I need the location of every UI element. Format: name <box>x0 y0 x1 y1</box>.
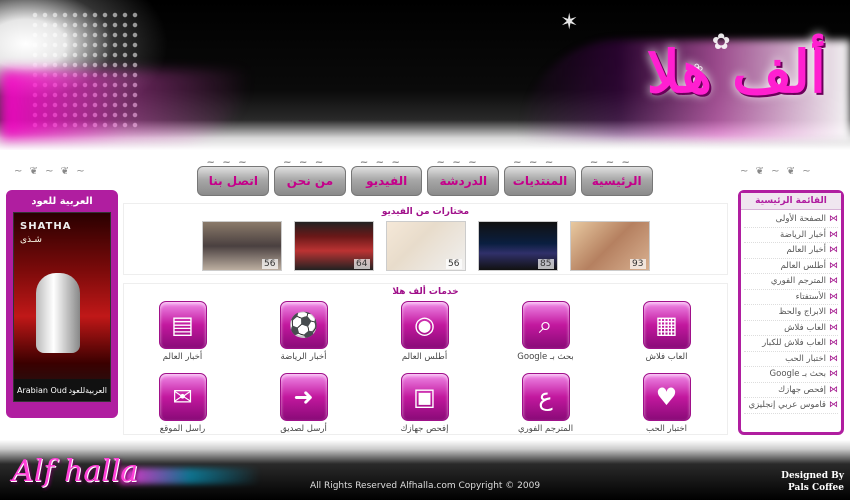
nav-about[interactable]: من نحن <box>274 157 346 196</box>
menu-item[interactable]: ⋈ أطلس العالم <box>744 259 838 274</box>
envelope-icon: ✉ <box>158 373 207 421</box>
newspaper-icon: ▤ <box>158 301 207 349</box>
main-navigation: الرئيسية المنتديات الدردشة الفيديو من نح… <box>195 157 655 198</box>
main-menu-list: ⋈ الصفحة الأولى ⋈ أخبار الرياضة ⋈ أخبار الع… <box>741 210 841 416</box>
send-friend-icon: ➜ <box>279 373 328 421</box>
video-view-count: 64 <box>354 259 370 269</box>
service-world-news[interactable]: ▤ أخبار العالم <box>122 301 243 373</box>
bow-bullet-icon: ⋈ <box>829 400 838 411</box>
service-sports-news[interactable]: ⚽ أخبار الرياضة <box>243 301 364 373</box>
service-love-test[interactable]: ♥ اختبار الحب <box>606 373 727 445</box>
left-panel-ornament: ~ ❦ ~ ❦ ~ <box>14 166 87 177</box>
service-send-friend[interactable]: ➜ أرسل لصديق <box>243 373 364 445</box>
bow-bullet-icon: ⋈ <box>829 369 838 380</box>
menu-item[interactable]: ⋈ العاب فلاش <box>744 321 838 336</box>
bow-bullet-icon: ⋈ <box>829 260 838 271</box>
bow-bullet-icon: ⋈ <box>829 276 838 287</box>
bow-bullet-icon: ⋈ <box>829 384 838 395</box>
soccer-ball-icon: ⚽ <box>279 301 328 349</box>
menu-item[interactable]: ⋈ الابراج والحظ <box>744 305 838 321</box>
site-logo[interactable]: ألف هلا <box>647 38 826 106</box>
bow-bullet-icon: ⋈ <box>829 214 838 225</box>
service-check-computer[interactable]: ▣ إفحص جهازك <box>364 373 485 445</box>
right-panel-ornament: ~ ❦ ~ ❦ ~ <box>740 166 813 177</box>
video-thumbnail[interactable]: 85 <box>477 221 558 271</box>
nav-video[interactable]: الفيديو <box>350 157 423 196</box>
bow-bullet-icon: ⋈ <box>829 245 838 256</box>
bow-bullet-icon: ⋈ <box>829 307 838 318</box>
main-menu-panel: القائمة الرئيسية ⋈ الصفحة الأولى ⋈ أخبار ا… <box>738 190 844 435</box>
translate-icon: ع <box>521 373 570 421</box>
magnifier-icon: ⌕ <box>521 301 570 349</box>
ad-banner[interactable]: SHATHA شـذى Arabian Oud العربيةللعود <box>13 212 111 402</box>
menu-item[interactable]: ⋈ الصفحة الأولى <box>744 212 838 228</box>
bow-bullet-icon: ⋈ <box>829 338 838 349</box>
services-title: خدمات ألف هلا <box>392 287 459 297</box>
menu-item[interactable]: ⋈ بحث بـ Google <box>744 367 838 383</box>
left-ad-panel: العربية للعود SHATHA شـذى Arabian Oud ال… <box>6 190 118 418</box>
bow-bullet-icon: ⋈ <box>829 229 838 240</box>
copyright-text: All Rights Reserved Alfhalla.com Copyrig… <box>309 481 541 491</box>
designed-by-label: Designed By <box>781 471 844 481</box>
bow-bullet-icon: ⋈ <box>829 353 838 364</box>
designer-credit[interactable]: Designed By Pals Coffee <box>781 470 844 494</box>
video-thumbnail-list: 93 85 56 64 56 <box>124 221 727 271</box>
video-thumbnail[interactable]: 93 <box>569 221 650 271</box>
left-panel-title: العربية للعود <box>31 196 93 207</box>
ad-brand: SHATHA <box>20 221 72 232</box>
site-footer: Alf halla All Rights Reserved Alfhalla.c… <box>0 440 850 500</box>
menu-item[interactable]: ⋈ اختبار الحب <box>744 352 838 367</box>
menu-item[interactable]: ⋈ إفحص جهازك <box>744 383 838 398</box>
nav-home[interactable]: الرئيسية <box>580 157 653 196</box>
menu-item[interactable]: ⋈ أخبار العالم <box>744 243 838 259</box>
menu-item[interactable]: ⋈ أخبار الرياضة <box>744 228 838 243</box>
nav-contact[interactable]: اتصل بنا <box>197 157 270 196</box>
video-view-count: 56 <box>262 259 278 269</box>
service-google-search[interactable]: ⌕ بحث بـ Google <box>485 301 606 373</box>
service-world-atlas[interactable]: ◉ أطلس العالم <box>364 301 485 373</box>
menu-item[interactable]: ⋈ المترجم الفوري <box>744 274 838 290</box>
designer-name: Pals Coffee <box>788 483 844 493</box>
featured-videos-section: مختارات من الفيديو 93 85 56 64 56 <box>123 203 728 275</box>
service-translator[interactable]: ع المترجم الفوري <box>485 373 606 445</box>
nav-forums[interactable]: المنتديات <box>504 157 576 196</box>
perfume-bottle-image <box>36 273 80 353</box>
bow-bullet-icon: ⋈ <box>829 322 838 333</box>
bow-bullet-icon: ⋈ <box>829 291 838 302</box>
services-grid: ▦ العاب فلاش ⌕ بحث بـ Google ◉ أطلس العالم … <box>124 301 727 445</box>
menu-item[interactable]: ⋈ قاموس عربي إنجليزي <box>744 398 838 414</box>
heart-icon: ♥ <box>642 373 691 421</box>
video-thumbnail[interactable]: 64 <box>293 221 374 271</box>
services-section: خدمات ألف هلا ▦ العاب فلاش ⌕ بحث بـ Google… <box>123 283 728 435</box>
video-view-count: 85 <box>538 259 554 269</box>
video-view-count: 56 <box>446 259 462 269</box>
menu-item[interactable]: ⋈ الأستفتاء <box>744 290 838 305</box>
ad-brand-arabic: شـذى <box>20 235 42 245</box>
site-header: ✶ ✿ ❀ ألف هلا <box>0 0 850 150</box>
videos-title: مختارات من الفيديو <box>381 207 470 217</box>
service-flash-games[interactable]: ▦ العاب فلاش <box>606 301 727 373</box>
video-thumbnail[interactable]: 56 <box>385 221 466 271</box>
main-menu-title: القائمة الرئيسية <box>741 193 841 210</box>
butterfly-icon: ✶ <box>560 10 579 35</box>
ad-footer-en: Arabian Oud <box>17 385 67 395</box>
service-contact-site[interactable]: ✉ راسل الموقع <box>122 373 243 445</box>
video-view-count: 93 <box>630 259 646 269</box>
ad-footer: Arabian Oud العربيةللعود <box>14 379 110 401</box>
menu-item[interactable]: ⋈ العاب فلاش للكبار <box>744 336 838 352</box>
computer-icon: ▣ <box>400 373 449 421</box>
grid-icon: ▦ <box>642 301 691 349</box>
nav-chat[interactable]: الدردشة <box>427 157 500 196</box>
ad-footer-ar: العربيةللعود <box>68 385 107 395</box>
header-swoosh-left <box>0 70 250 140</box>
video-thumbnail[interactable]: 56 <box>201 221 282 271</box>
globe-icon: ◉ <box>400 301 449 349</box>
